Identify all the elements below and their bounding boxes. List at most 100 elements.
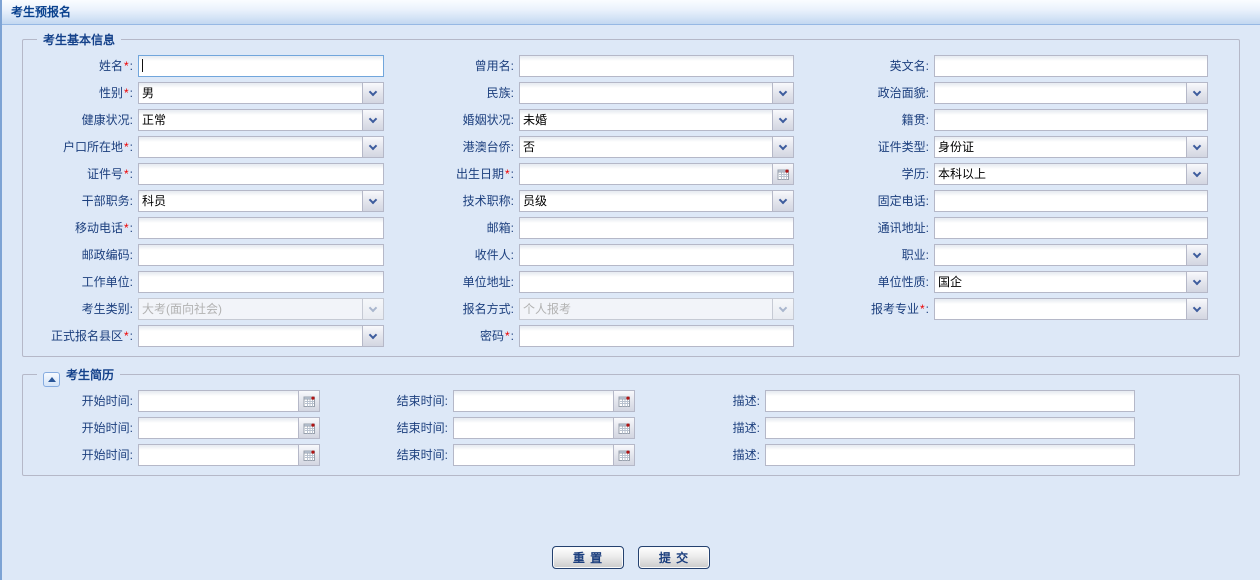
email-input[interactable] xyxy=(519,217,794,239)
calendar-icon[interactable] xyxy=(298,445,319,465)
applied-major-select[interactable] xyxy=(934,298,1208,320)
start-time-input[interactable] xyxy=(138,444,320,466)
mobile-phone-input[interactable] xyxy=(138,217,384,239)
gender-select[interactable]: 男 xyxy=(138,82,384,104)
description-input-value[interactable] xyxy=(766,445,1134,465)
dropdown-arrow-icon[interactable] xyxy=(1186,245,1207,265)
password-input[interactable] xyxy=(519,325,794,347)
start-time-input[interactable] xyxy=(138,417,320,439)
submit-button[interactable]: 提 交 xyxy=(638,546,710,569)
id-type-select-value[interactable]: 身份证 xyxy=(935,137,1186,157)
technical-title-select-value[interactable]: 员级 xyxy=(520,191,772,211)
former-name-input[interactable] xyxy=(519,55,794,77)
collapse-toggle-button[interactable] xyxy=(43,372,60,387)
start-time-input-value[interactable] xyxy=(139,445,298,465)
start-time-input-value[interactable] xyxy=(139,391,298,411)
education-select-value[interactable]: 本科以上 xyxy=(935,164,1186,184)
ethnicity-select-value[interactable] xyxy=(520,83,772,103)
mailing-address-input-value[interactable] xyxy=(935,218,1207,238)
dropdown-arrow-icon[interactable] xyxy=(1186,137,1207,157)
applied-major-select-value[interactable] xyxy=(935,299,1186,319)
household-location-select[interactable] xyxy=(138,136,384,158)
description-input[interactable] xyxy=(765,444,1135,466)
landline-phone-input-value[interactable] xyxy=(935,191,1207,211)
health-status-select[interactable]: 正常 xyxy=(138,109,384,131)
recipient-input-value[interactable] xyxy=(520,245,793,265)
calendar-icon[interactable] xyxy=(772,164,793,184)
end-time-input-value[interactable] xyxy=(454,445,613,465)
former-name-input-value[interactable] xyxy=(520,56,793,76)
registration-county-select[interactable] xyxy=(138,325,384,347)
work-unit-address-input-value[interactable] xyxy=(520,272,793,292)
occupation-select[interactable] xyxy=(934,244,1208,266)
name-input[interactable] xyxy=(138,55,384,77)
dropdown-arrow-icon[interactable] xyxy=(1186,299,1207,319)
education-select[interactable]: 本科以上 xyxy=(934,163,1208,185)
recipient-input[interactable] xyxy=(519,244,794,266)
dropdown-arrow-icon[interactable] xyxy=(772,137,793,157)
password-input-value[interactable] xyxy=(520,326,793,346)
work-unit-type-select[interactable]: 国企 xyxy=(934,271,1208,293)
dropdown-arrow-icon[interactable] xyxy=(772,191,793,211)
ethnicity-select[interactable] xyxy=(519,82,794,104)
registration-county-select-value[interactable] xyxy=(139,326,362,346)
description-input-value[interactable] xyxy=(766,418,1134,438)
native-place-input-value[interactable] xyxy=(935,110,1207,130)
description-input[interactable] xyxy=(765,390,1135,412)
end-time-input[interactable] xyxy=(453,417,635,439)
calendar-icon[interactable] xyxy=(613,391,634,411)
dropdown-arrow-icon[interactable] xyxy=(772,110,793,130)
description-input-value[interactable] xyxy=(766,391,1134,411)
dropdown-arrow-icon[interactable] xyxy=(1186,164,1207,184)
dropdown-arrow-icon[interactable] xyxy=(1186,83,1207,103)
cadre-position-select-value[interactable]: 科员 xyxy=(139,191,362,211)
email-input-value[interactable] xyxy=(520,218,793,238)
work-unit-address-input[interactable] xyxy=(519,271,794,293)
political-status-select[interactable] xyxy=(934,82,1208,104)
calendar-icon[interactable] xyxy=(613,418,634,438)
birth-date-input-value[interactable] xyxy=(520,164,772,184)
household-location-select-value[interactable] xyxy=(139,137,362,157)
english-name-input-value[interactable] xyxy=(935,56,1207,76)
end-time-input-value[interactable] xyxy=(454,391,613,411)
calendar-icon[interactable] xyxy=(613,445,634,465)
dropdown-arrow-icon[interactable] xyxy=(362,83,383,103)
start-time-input-value[interactable] xyxy=(139,418,298,438)
work-unit-input[interactable] xyxy=(138,271,384,293)
start-time-input[interactable] xyxy=(138,390,320,412)
english-name-input[interactable] xyxy=(934,55,1208,77)
mobile-phone-input-value[interactable] xyxy=(139,218,383,238)
postal-code-input-value[interactable] xyxy=(139,245,383,265)
postal-code-input[interactable] xyxy=(138,244,384,266)
end-time-input-value[interactable] xyxy=(454,418,613,438)
birth-date-input[interactable] xyxy=(519,163,794,185)
gender-select-value[interactable]: 男 xyxy=(139,83,362,103)
calendar-icon[interactable] xyxy=(298,391,319,411)
id-type-select[interactable]: 身份证 xyxy=(934,136,1208,158)
dropdown-arrow-icon[interactable] xyxy=(362,191,383,211)
id-number-input-value[interactable] xyxy=(139,164,383,184)
calendar-icon[interactable] xyxy=(298,418,319,438)
hk-macao-taiwan-select[interactable]: 否 xyxy=(519,136,794,158)
end-time-input[interactable] xyxy=(453,444,635,466)
dropdown-arrow-icon[interactable] xyxy=(362,110,383,130)
marital-status-select[interactable]: 未婚 xyxy=(519,109,794,131)
mailing-address-input[interactable] xyxy=(934,217,1208,239)
dropdown-arrow-icon[interactable] xyxy=(362,137,383,157)
occupation-select-value[interactable] xyxy=(935,245,1186,265)
native-place-input[interactable] xyxy=(934,109,1208,131)
name-input-value[interactable] xyxy=(139,56,383,76)
technical-title-select[interactable]: 员级 xyxy=(519,190,794,212)
landline-phone-input[interactable] xyxy=(934,190,1208,212)
cadre-position-select[interactable]: 科员 xyxy=(138,190,384,212)
end-time-input[interactable] xyxy=(453,390,635,412)
work-unit-input-value[interactable] xyxy=(139,272,383,292)
description-input[interactable] xyxy=(765,417,1135,439)
marital-status-select-value[interactable]: 未婚 xyxy=(520,110,772,130)
hk-macao-taiwan-select-value[interactable]: 否 xyxy=(520,137,772,157)
dropdown-arrow-icon[interactable] xyxy=(1186,272,1207,292)
dropdown-arrow-icon[interactable] xyxy=(772,83,793,103)
dropdown-arrow-icon[interactable] xyxy=(362,326,383,346)
work-unit-type-select-value[interactable]: 国企 xyxy=(935,272,1186,292)
health-status-select-value[interactable]: 正常 xyxy=(139,110,362,130)
